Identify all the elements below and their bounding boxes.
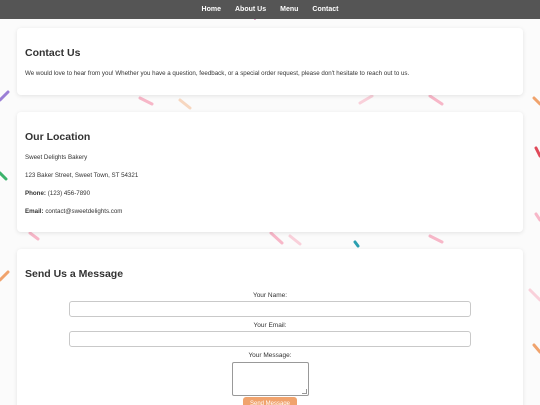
message-label: Your Message: xyxy=(248,352,292,359)
bakery-address: 123 Baker Street, Sweet Town, ST 54321 xyxy=(25,172,139,179)
sprinkle xyxy=(358,94,374,105)
sprinkle xyxy=(353,240,360,248)
location-title: Our Location xyxy=(25,131,91,143)
sprinkle xyxy=(28,231,40,241)
sprinkle xyxy=(0,270,10,282)
sprinkle xyxy=(288,234,302,246)
sprinkle xyxy=(534,146,540,158)
email-input[interactable] xyxy=(69,331,471,347)
email-label: Your Email: xyxy=(253,322,287,329)
top-navbar: Home About Us Menu Contact xyxy=(0,0,540,19)
email-value: contact@sweetdelights.com xyxy=(45,208,123,215)
email-label: Email: xyxy=(25,208,44,215)
message-card: Send Us a Message Your Name: Your Email:… xyxy=(17,249,523,405)
sprinkle xyxy=(269,231,284,245)
sprinkle xyxy=(178,98,192,110)
sprinkle xyxy=(0,90,10,102)
nav-home-link[interactable]: Home xyxy=(202,6,221,13)
sprinkle xyxy=(428,94,444,106)
nav-about-link[interactable]: About Us xyxy=(235,6,266,13)
sprinkle xyxy=(528,288,540,302)
message-textarea[interactable] xyxy=(232,362,309,396)
sprinkle xyxy=(138,96,154,106)
sprinkle xyxy=(532,96,540,106)
nav-menu-link[interactable]: Menu xyxy=(280,6,298,13)
send-message-button[interactable]: Send Message xyxy=(243,397,297,405)
phone-label: Phone: xyxy=(25,190,46,197)
message-title: Send Us a Message xyxy=(25,268,124,280)
bakery-name: Sweet Delights Bakery xyxy=(25,154,88,161)
nav-contact-link[interactable]: Contact xyxy=(312,6,338,13)
sprinkle xyxy=(0,171,8,181)
resize-grip-icon[interactable] xyxy=(302,389,307,394)
location-card: Our Location Sweet Delights Bakery 123 B… xyxy=(17,112,523,232)
contact-title: Contact Us xyxy=(25,47,81,59)
email-line: Email: contact@sweetdelights.com xyxy=(25,208,122,215)
name-label: Your Name: xyxy=(252,292,288,299)
sprinkle xyxy=(534,212,540,222)
contact-card: Contact Us We would love to hear from yo… xyxy=(17,28,523,95)
phone-line: Phone: (123) 456-7890 xyxy=(25,190,90,197)
phone-value: (123) 456-7890 xyxy=(47,190,91,197)
sprinkle xyxy=(532,343,540,354)
name-input[interactable] xyxy=(69,301,471,317)
sprinkle xyxy=(428,234,444,244)
contact-text: We would love to hear from you! Whether … xyxy=(25,70,410,77)
